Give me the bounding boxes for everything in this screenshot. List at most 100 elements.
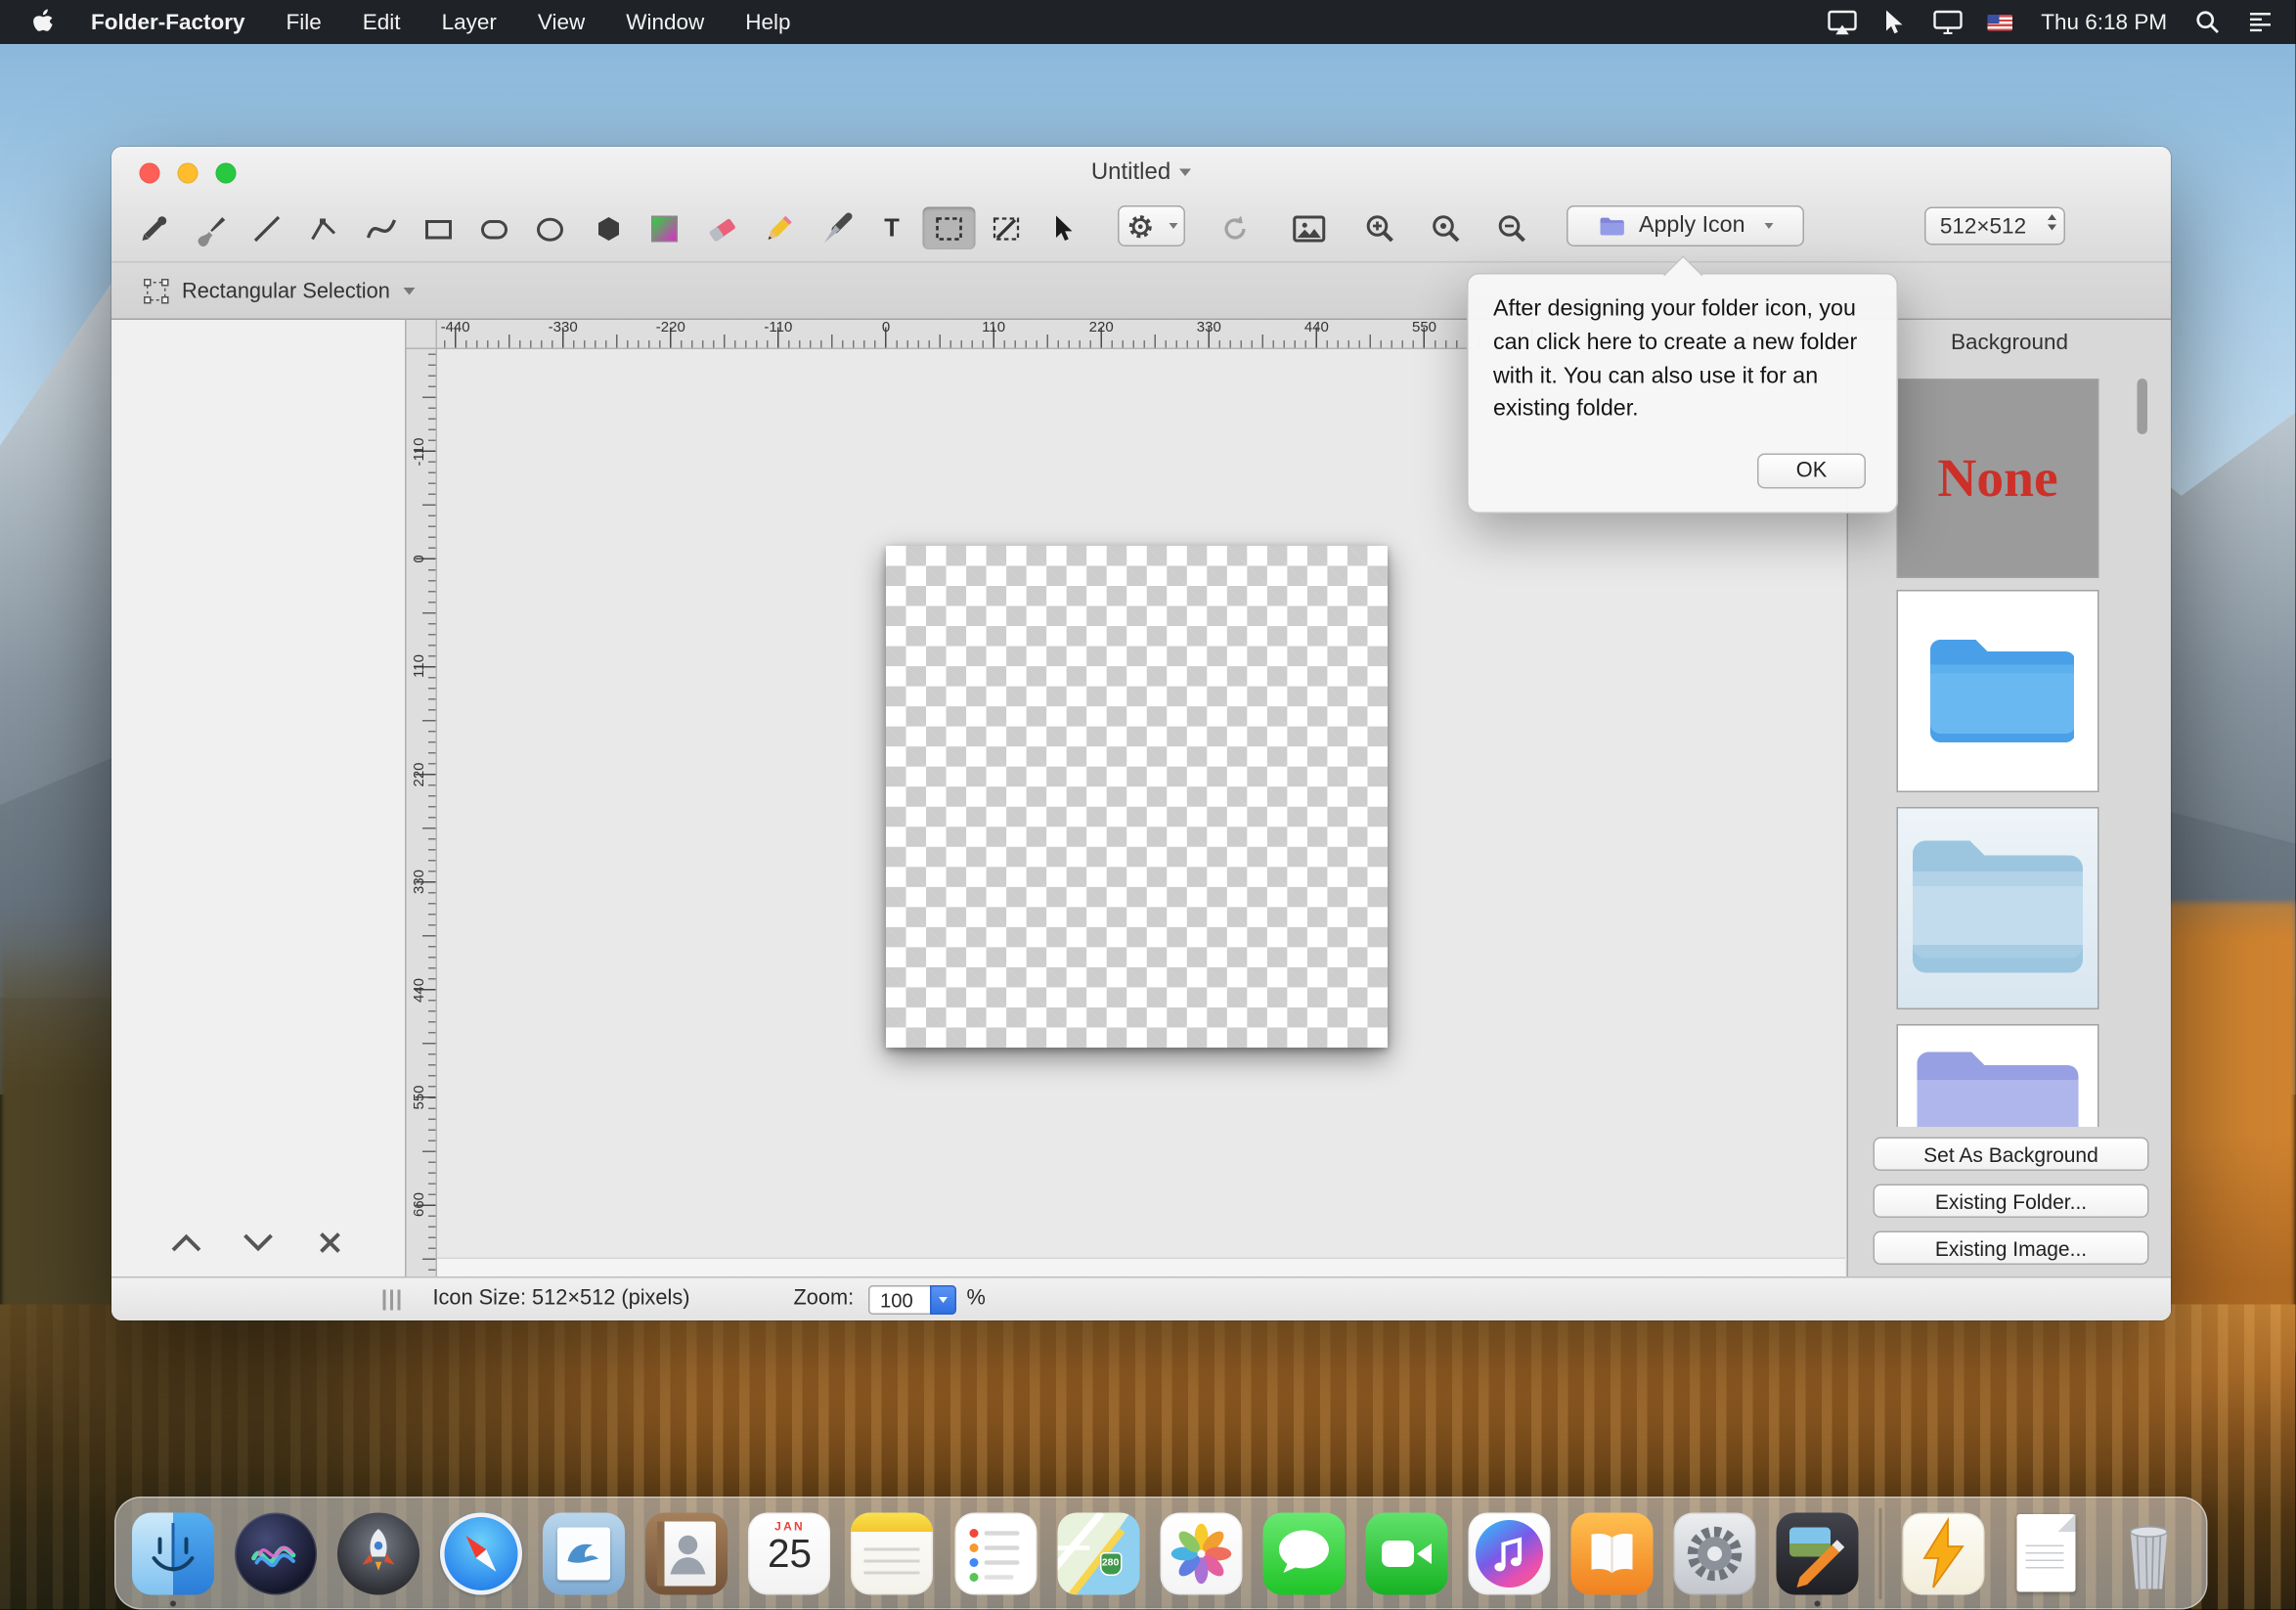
line-tool-button[interactable] xyxy=(241,207,293,250)
dock-finder-icon[interactable] xyxy=(132,1512,214,1594)
zoom-out-button[interactable] xyxy=(1486,207,1539,250)
dock-document-icon[interactable] xyxy=(2005,1512,2087,1594)
trash-can-icon xyxy=(2107,1512,2189,1594)
set-as-background-button[interactable]: Set As Background xyxy=(1874,1138,2149,1172)
apple-menu[interactable] xyxy=(0,0,70,44)
popover-ok-button[interactable]: OK xyxy=(1757,454,1866,489)
ellipse-tool-button[interactable] xyxy=(524,207,577,250)
open-book-icon xyxy=(1570,1512,1653,1594)
dock-itunes-icon[interactable] xyxy=(1468,1512,1550,1594)
selection-mode-label[interactable]: Rectangular Selection xyxy=(182,280,390,303)
eyedropper-tool-button[interactable] xyxy=(128,207,181,250)
dock-calendar-icon[interactable]: JAN 25 xyxy=(749,1512,831,1594)
menu-help[interactable]: Help xyxy=(725,0,811,44)
dock-siri-icon[interactable] xyxy=(235,1512,317,1594)
selection-mode-chevron-icon[interactable] xyxy=(403,288,415,295)
knife-tool-button[interactable] xyxy=(810,207,862,250)
display-icon[interactable] xyxy=(1921,0,1973,44)
dock-system-preferences-icon[interactable] xyxy=(1673,1512,1755,1594)
pencil-tool-button[interactable] xyxy=(753,207,806,250)
polygon-tool-button[interactable] xyxy=(583,207,636,250)
dock-mail-icon[interactable] xyxy=(543,1512,625,1594)
menu-layer[interactable]: Layer xyxy=(421,0,517,44)
gradient-swatch xyxy=(651,215,678,242)
gear-menu-button[interactable] xyxy=(1118,205,1185,246)
apply-icon-popover: After designing your folder icon, you ca… xyxy=(1467,273,1898,514)
maps-roads xyxy=(1057,1512,1139,1594)
dock-contacts-icon[interactable] xyxy=(645,1512,728,1594)
delete-layer-button[interactable] xyxy=(302,1223,358,1264)
dock-lightning-app-icon[interactable] xyxy=(1902,1512,1984,1594)
background-thumbnail-blue-folder[interactable] xyxy=(1897,590,2099,792)
dock-ibooks-icon[interactable] xyxy=(1570,1512,1653,1594)
dock-launchpad-icon[interactable] xyxy=(337,1512,419,1594)
ruler-corner xyxy=(407,320,438,349)
size-value: 512×512 xyxy=(1940,213,2026,239)
move-layer-down-button[interactable] xyxy=(231,1223,287,1264)
eraser-tool-button[interactable] xyxy=(695,207,748,250)
background-thumbnail-purple-folder[interactable] xyxy=(1897,1024,2099,1127)
layers-panel xyxy=(111,320,407,1276)
dock-safari-icon[interactable] xyxy=(440,1512,522,1594)
h-ruler-label: 330 xyxy=(1197,320,1221,336)
image-button[interactable] xyxy=(1282,207,1335,250)
stepper-up-icon xyxy=(2048,214,2056,220)
dock-photos-icon[interactable] xyxy=(1160,1512,1242,1594)
dock-messages-icon[interactable] xyxy=(1262,1512,1345,1594)
menu-app-name[interactable]: Folder-Factory xyxy=(70,0,266,44)
menu-bar-clock[interactable]: Thu 6:18 PM xyxy=(2026,0,2182,44)
stepper-arrows[interactable] xyxy=(2048,214,2056,230)
transparent-icon-canvas[interactable] xyxy=(886,546,1388,1048)
g radient-tool-button[interactable] xyxy=(639,207,691,250)
polyline-tool-button[interactable] xyxy=(298,207,351,250)
music-note-icon xyxy=(1468,1512,1550,1594)
rounded-rectangle-tool-button[interactable] xyxy=(468,207,521,250)
brush-tool-button[interactable] xyxy=(184,207,237,250)
menu-edit[interactable]: Edit xyxy=(342,0,421,44)
pointer-tool-button[interactable] xyxy=(1036,207,1088,250)
apply-icon-button[interactable]: Apply Icon xyxy=(1567,205,1804,246)
h-ruler-label: 550 xyxy=(1412,320,1436,336)
text-tool-button[interactable]: T xyxy=(865,207,918,250)
rectangular-marquee-tool-button-selected[interactable] xyxy=(923,207,976,250)
zoom-value-field[interactable]: 100 xyxy=(868,1285,930,1315)
rotate-button-disabled[interactable] xyxy=(1209,207,1261,250)
video-camera-icon xyxy=(1365,1512,1447,1594)
zoom-dropdown-button[interactable] xyxy=(930,1285,956,1315)
dock-reminders-icon[interactable] xyxy=(954,1512,1037,1594)
dock-notes-icon[interactable] xyxy=(852,1512,934,1594)
dock-maps-icon[interactable]: 280 xyxy=(1057,1512,1139,1594)
background-thumbnail-none[interactable]: None xyxy=(1897,379,2099,578)
notification-center-icon[interactable] xyxy=(2234,0,2287,44)
h-ruler-label: -330 xyxy=(549,320,578,336)
dock-trash-icon[interactable] xyxy=(2107,1512,2189,1594)
zoom-combo-box[interactable]: 100 xyxy=(868,1285,956,1315)
existing-folder-button[interactable]: Existing Folder... xyxy=(1874,1185,2149,1219)
rectangle-tool-button[interactable] xyxy=(413,207,465,250)
panel-resize-grip[interactable] xyxy=(383,1290,401,1311)
dock-graphics-app-icon[interactable] xyxy=(1777,1512,1859,1594)
spotlight-search-icon[interactable] xyxy=(2182,0,2234,44)
menu-file[interactable]: File xyxy=(266,0,342,44)
zoom-actual-size-button[interactable] xyxy=(1420,207,1473,250)
dock-facetime-icon[interactable] xyxy=(1365,1512,1447,1594)
notes-line xyxy=(864,1571,920,1574)
size-stepper[interactable]: 512×512 xyxy=(1924,207,2065,246)
menu-window[interactable]: Window xyxy=(605,0,725,44)
airplay-display-icon[interactable] xyxy=(1815,0,1868,44)
zoom-in-button[interactable] xyxy=(1354,207,1407,250)
doc-line xyxy=(2025,1544,2063,1546)
move-layer-up-button[interactable] xyxy=(158,1223,214,1264)
h-ruler-label: -440 xyxy=(441,320,470,336)
existing-image-button[interactable]: Existing Image... xyxy=(1874,1231,2149,1266)
background-thumbnail-light-folder[interactable] xyxy=(1897,807,2099,1009)
curve-tool-button[interactable] xyxy=(355,207,408,250)
light-blue-folder-image xyxy=(1907,827,2089,989)
panel-scrollbar[interactable] xyxy=(2138,379,2148,434)
input-source-flag-icon[interactable] xyxy=(1973,0,2026,44)
pointer-status-icon[interactable] xyxy=(1868,0,1921,44)
menu-view[interactable]: View xyxy=(517,0,605,44)
title-chevron-down-icon[interactable] xyxy=(1179,169,1191,177)
marquee-pen-tool-button[interactable] xyxy=(980,207,1033,250)
h-ruler-label: 440 xyxy=(1304,320,1329,336)
